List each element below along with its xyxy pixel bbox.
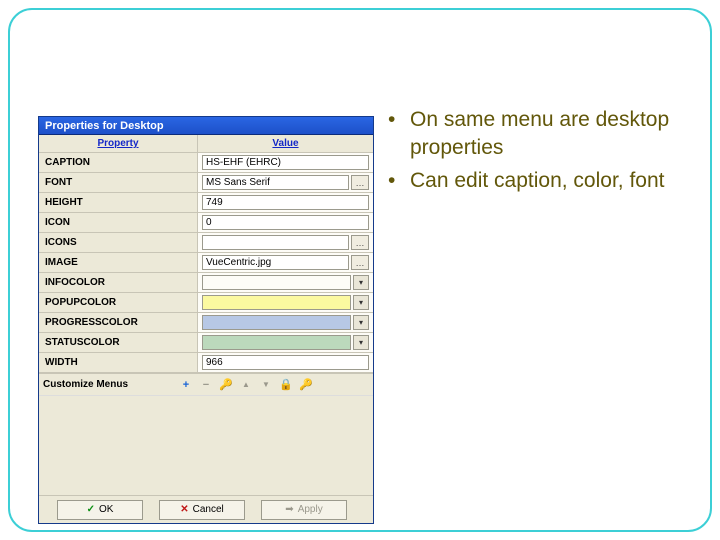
add-icon[interactable]: + [179,378,193,392]
check-icon: ✓ [87,504,95,515]
apply-button-label: Apply [298,504,323,515]
lock-icon[interactable]: 🔒 [279,378,293,392]
properties-grid: Property Value CAPTION FONT … HEIGHT ICO… [39,135,373,373]
slide-frame: Properties for Desktop Property Value CA… [8,8,712,532]
icon-input[interactable] [202,215,369,230]
property-value-popupcolor: ▾ [197,293,373,313]
property-label-caption: CAPTION [39,153,197,173]
remove-icon[interactable]: − [199,378,213,392]
bullet-text: On same menu are desktop properties [410,108,669,159]
property-label-width: WIDTH [39,353,197,373]
arrow-right-icon: ➡ [285,504,293,515]
key-gold-icon[interactable]: 🔑 [299,378,313,392]
statuscolor-swatch[interactable] [202,335,351,350]
property-label-image: IMAGE [39,253,197,273]
image-input[interactable] [202,255,349,270]
property-value-icons: … [197,233,373,253]
property-value-statuscolor: ▾ [197,333,373,353]
property-value-icon [197,213,373,233]
property-label-progresscolor: PROGRESSCOLOR [39,313,197,333]
bullet-text: Can edit caption, color, font [410,169,665,192]
property-label-statuscolor: STATUSCOLOR [39,333,197,353]
image-picker-button[interactable]: … [351,255,369,270]
toolbar-icons: + − 🔑 ▲ ▼ 🔒 🔑 [179,378,313,392]
bullet-item: On same menu are desktop properties [388,106,688,163]
property-label-font: FONT [39,173,197,193]
infocolor-swatch[interactable] [202,275,351,290]
statuscolor-dropdown-button[interactable]: ▾ [353,335,369,350]
progresscolor-swatch[interactable] [202,315,351,330]
dialog-title: Properties for Desktop [45,120,164,132]
property-label-icons: ICONS [39,233,197,253]
property-value-width [197,353,373,373]
ok-button-label: OK [99,504,113,515]
caption-input[interactable] [202,155,369,170]
property-value-font: … [197,173,373,193]
property-label-height: HEIGHT [39,193,197,213]
height-input[interactable] [202,195,369,210]
icons-picker-button[interactable]: … [351,235,369,250]
property-label-infocolor: INFOCOLOR [39,273,197,293]
properties-dialog: Properties for Desktop Property Value CA… [38,116,374,524]
menus-panel [39,395,373,495]
property-label-icon: ICON [39,213,197,233]
progresscolor-dropdown-button[interactable]: ▾ [353,315,369,330]
property-value-progresscolor: ▾ [197,313,373,333]
font-input[interactable] [202,175,349,190]
cancel-button[interactable]: ✕ Cancel [159,500,245,520]
width-input[interactable] [202,355,369,370]
property-label-popupcolor: POPUPCOLOR [39,293,197,313]
infocolor-dropdown-button[interactable]: ▾ [353,275,369,290]
column-header-property[interactable]: Property [39,135,197,153]
property-value-caption [197,153,373,173]
dialog-titlebar: Properties for Desktop [39,117,373,135]
move-up-icon[interactable]: ▲ [239,378,253,392]
property-value-height [197,193,373,213]
slide: Properties for Desktop Property Value CA… [10,10,710,530]
bullet-item: Can edit caption, color, font [388,167,688,195]
dialog-button-row: ✓ OK ✕ Cancel ➡ Apply [39,495,373,523]
popupcolor-dropdown-button[interactable]: ▾ [353,295,369,310]
font-picker-button[interactable]: … [351,175,369,190]
property-value-image: … [197,253,373,273]
property-value-infocolor: ▾ [197,273,373,293]
customize-menus-label: Customize Menus [43,379,171,390]
column-header-value[interactable]: Value [197,135,373,153]
slide-bullets: On same menu are desktop properties Can … [388,106,688,199]
popupcolor-swatch[interactable] [202,295,351,310]
ok-button[interactable]: ✓ OK [57,500,143,520]
cancel-button-label: Cancel [193,504,224,515]
close-icon: ✕ [180,504,188,515]
customize-menus-toolbar: Customize Menus + − 🔑 ▲ ▼ 🔒 🔑 [39,373,373,395]
move-down-icon[interactable]: ▼ [259,378,273,392]
icons-input[interactable] [202,235,349,250]
apply-button[interactable]: ➡ Apply [261,500,347,520]
key-icon[interactable]: 🔑 [219,378,233,392]
